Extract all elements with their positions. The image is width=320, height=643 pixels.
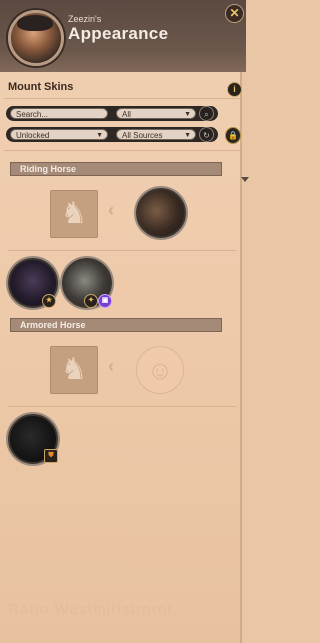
section-divider xyxy=(4,98,240,99)
riding-horse-equipped-skin[interactable] xyxy=(136,188,186,238)
search-input[interactable]: Search... xyxy=(10,108,108,119)
search-filter-row: Search... All ▼ xyxy=(6,106,218,121)
source-filter-row: Unlocked ▼ All Sources ▼ xyxy=(6,127,218,142)
chevron-down-icon: ▼ xyxy=(96,132,103,139)
ownership-select[interactable]: Unlocked ▼ xyxy=(10,129,108,140)
gold-badge-icon: ✦ xyxy=(84,294,98,308)
row-divider xyxy=(8,406,236,407)
armored-horse-dark-skin[interactable]: ⛊ xyxy=(8,414,58,464)
twitch-icon: ▣ xyxy=(98,294,112,308)
page-title: Appearance xyxy=(68,24,169,43)
source-select-value: All Sources xyxy=(122,131,163,140)
row-divider xyxy=(8,250,236,251)
panel-header: Zeezin's Appearance ✕ xyxy=(0,0,246,72)
scroll-marker-icon xyxy=(241,177,249,182)
chevron-down-icon: ▼ xyxy=(184,132,191,139)
witch-horse-skin[interactable]: ★ xyxy=(8,258,58,308)
section-title: Mount Skins xyxy=(8,81,74,93)
arrow-left-icon: ‹ xyxy=(108,356,114,376)
info-icon[interactable]: i xyxy=(227,82,242,97)
search-icon[interactable]: ⌕ xyxy=(199,106,214,121)
horse-head-slot-icon: ♞ xyxy=(50,190,98,238)
horse-head-slot-icon: ♞ xyxy=(50,346,98,394)
gold-badge-icon: ★ xyxy=(42,294,56,308)
category-header-armored-horse[interactable]: Armored Horse xyxy=(10,318,222,332)
type-select-value: All xyxy=(122,110,131,119)
source-select[interactable]: All Sources ▼ xyxy=(116,129,196,140)
type-select[interactable]: All ▼ xyxy=(116,108,196,119)
lock-icon[interactable]: 🔒 xyxy=(225,127,241,144)
shield-badge-icon: ⛊ xyxy=(44,449,58,463)
chevron-down-icon: ▼ xyxy=(184,111,191,118)
refresh-icon[interactable]: ↻ xyxy=(199,127,214,142)
background-watermark: Ratio Westmiristraror xyxy=(8,601,174,618)
ownership-select-value: Unlocked xyxy=(16,131,50,140)
username-label: Zeezin's xyxy=(68,14,102,24)
search-placeholder: Search... xyxy=(16,110,49,119)
filter-divider xyxy=(4,150,240,151)
arrow-left-icon: ‹ xyxy=(108,200,114,220)
close-button[interactable]: ✕ xyxy=(225,4,244,23)
character-portrait-icon[interactable] xyxy=(8,10,64,66)
armored-gray-horse-skin[interactable]: ✦ ▣ xyxy=(62,258,112,308)
category-header-riding-horse[interactable]: Riding Horse xyxy=(10,162,222,176)
empty-skin-slot-mask-icon[interactable]: ☺ xyxy=(136,346,184,394)
